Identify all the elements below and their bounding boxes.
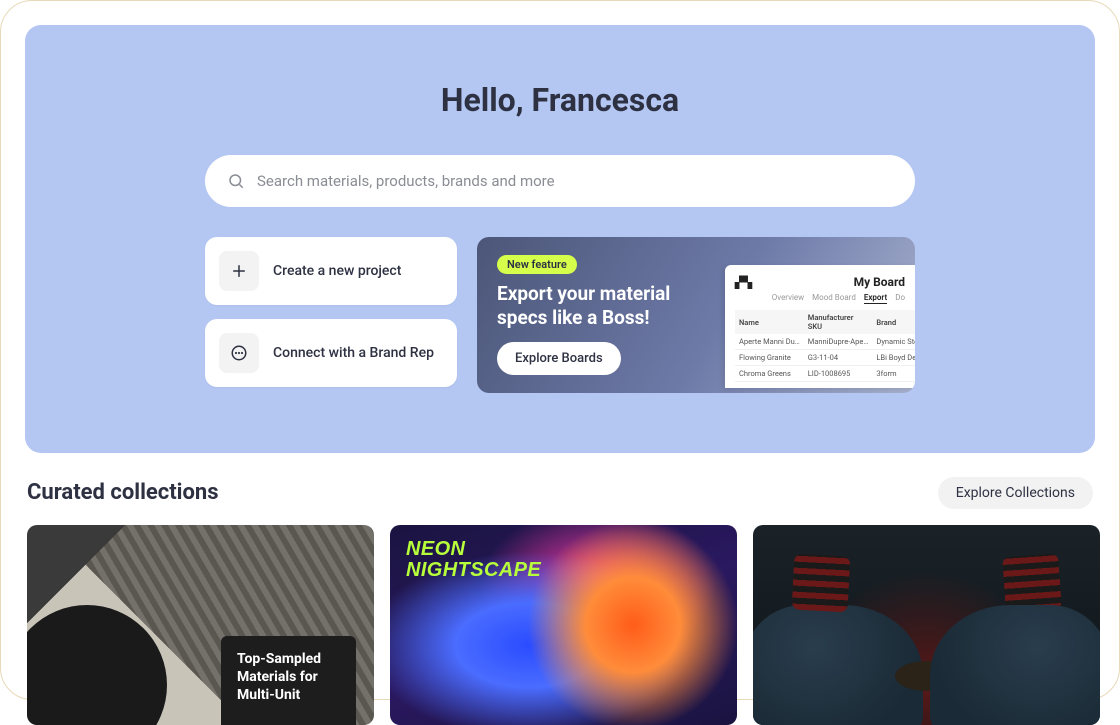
th-brand: Brand bbox=[872, 310, 915, 334]
chat-icon bbox=[219, 333, 259, 373]
th-sku: Manufacturer SKU bbox=[804, 310, 873, 334]
collections-row: Top-Sampled Materials for Multi-Unit NEO… bbox=[1, 525, 1119, 725]
preview-tab: Do bbox=[895, 293, 905, 304]
search-bar[interactable] bbox=[205, 155, 915, 207]
create-project-button[interactable]: Create a new project bbox=[205, 237, 457, 305]
plus-icon bbox=[219, 251, 259, 291]
logo-icon: ▞▚ bbox=[735, 276, 752, 289]
page-title: Hello, Francesca bbox=[441, 81, 679, 119]
collection-label-box: Top-Sampled Materials for Multi-Unit bbox=[221, 636, 356, 725]
explore-collections-button[interactable]: Explore Collections bbox=[938, 477, 1093, 509]
table-row: Chroma Greens LID-1008695 3form bbox=[735, 366, 915, 382]
search-input[interactable] bbox=[257, 172, 893, 190]
explore-boards-button[interactable]: Explore Boards bbox=[497, 342, 621, 375]
decor-pillow bbox=[792, 553, 851, 612]
collection-card-lounge[interactable] bbox=[753, 525, 1100, 725]
table-row: Flowing Granite G3-11-04 LBi Boyd Design… bbox=[735, 350, 915, 366]
collections-header: Curated collections Explore Collections bbox=[1, 477, 1119, 509]
preview-tabs: Overview Mood Board Export Do bbox=[735, 293, 905, 304]
search-icon bbox=[227, 172, 245, 190]
collection-card-top-sampled[interactable]: Top-Sampled Materials for Multi-Unit bbox=[27, 525, 374, 725]
board-title: My Board bbox=[854, 275, 905, 289]
th-name: Name bbox=[735, 310, 804, 334]
connect-rep-button[interactable]: Connect with a Brand Rep bbox=[205, 319, 457, 387]
preview-tab: Mood Board bbox=[812, 293, 856, 304]
preview-tab: Overview bbox=[772, 293, 804, 304]
action-label: Connect with a Brand Rep bbox=[273, 345, 434, 361]
new-feature-badge: New feature bbox=[497, 255, 577, 274]
table-row: Aperte Manni Du… ManniDupre-Ape… Dynamic… bbox=[735, 334, 915, 350]
decor-pillow bbox=[1002, 553, 1062, 613]
promo-card: New feature Export your material specs l… bbox=[477, 237, 915, 393]
preview-table: Name Manufacturer SKU Brand Aperte Manni… bbox=[735, 310, 915, 382]
decor-table bbox=[895, 661, 959, 691]
hero-panel: Hello, Francesca Create a new project bbox=[25, 25, 1095, 453]
section-title: Curated collections bbox=[27, 480, 219, 505]
actions-row: Create a new project Connect with a Bran… bbox=[205, 237, 915, 393]
collection-card-neon[interactable]: NEON NIGHTSCAPE bbox=[390, 525, 737, 725]
promo-preview-card: ▞▚ My Board Overview Mood Board Export D… bbox=[725, 265, 915, 388]
quick-actions: Create a new project Connect with a Bran… bbox=[205, 237, 457, 393]
action-label: Create a new project bbox=[273, 263, 401, 279]
preview-tab-active: Export bbox=[864, 293, 887, 304]
promo-title: Export your material specs like a Boss! bbox=[497, 282, 697, 330]
collection-title: NEON NIGHTSCAPE bbox=[406, 539, 541, 581]
collection-title: Top-Sampled Materials for Multi-Unit bbox=[237, 650, 340, 705]
